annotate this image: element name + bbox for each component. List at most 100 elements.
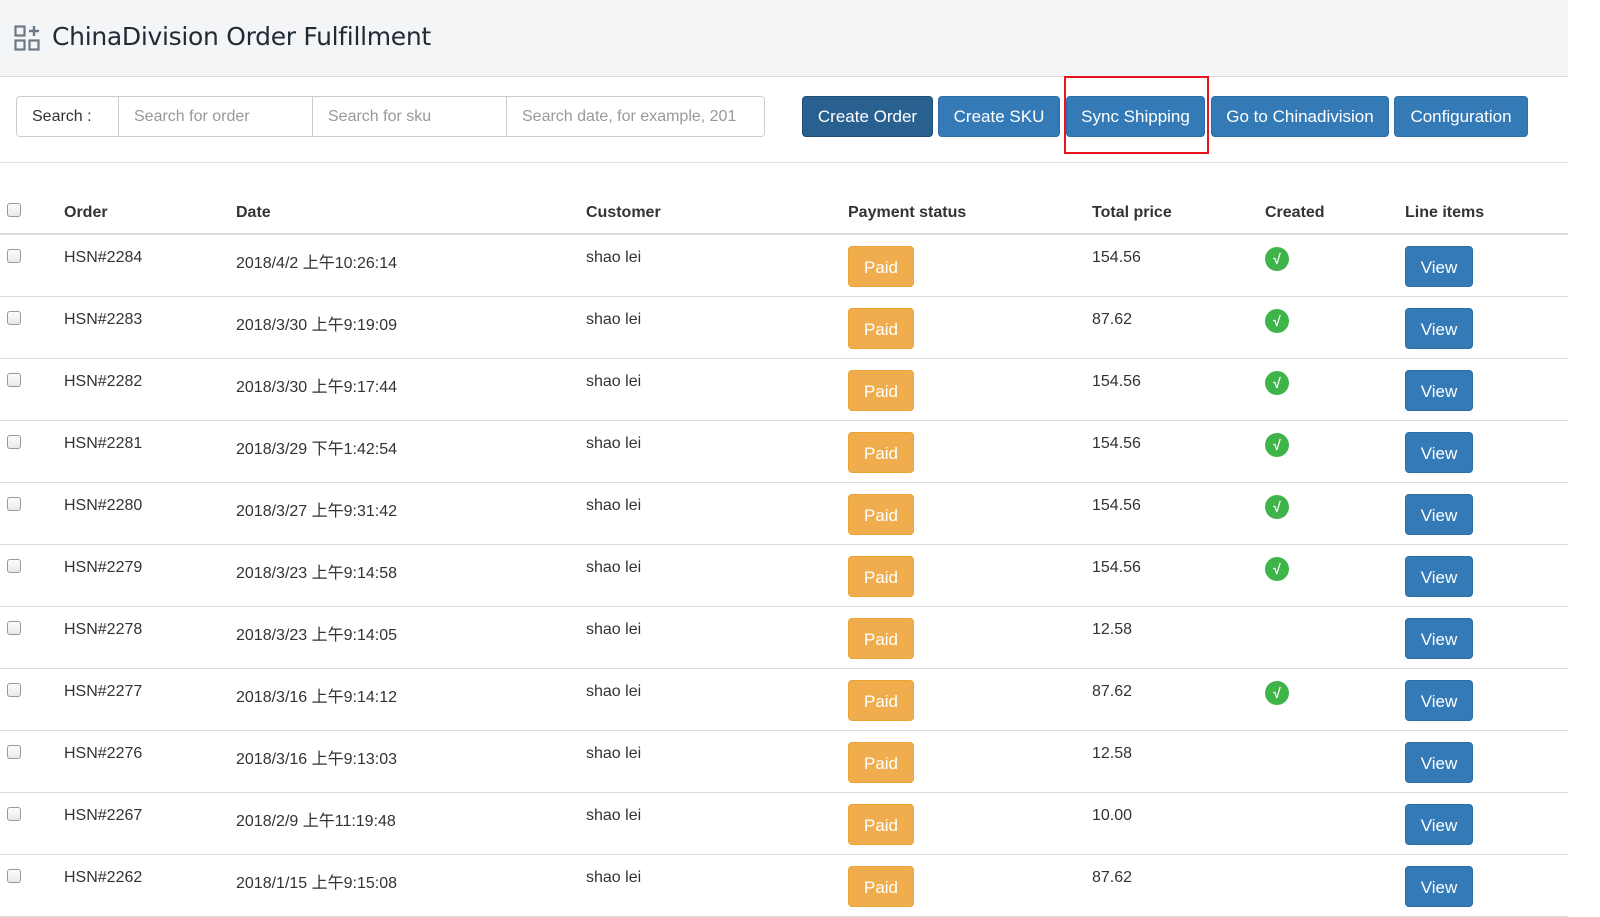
order-id[interactable]: HSN#2262 [64,854,236,917]
go-to-chinadivision-button[interactable]: Go to Chinadivision [1211,96,1389,137]
order-date: 2018/3/30 上午9:17:44 [236,358,586,421]
select-all-checkbox[interactable] [7,202,21,217]
table-header-row: Order Date Customer Payment status Total… [0,190,1568,235]
configuration-button[interactable]: Configuration [1394,96,1528,137]
customer-name: shao lei [586,544,848,607]
created-check-icon: √ [1265,308,1289,333]
view-line-items-button[interactable]: View [1405,865,1473,907]
total-price: 12.58 [1092,730,1265,793]
total-price: 154.56 [1092,358,1265,421]
total-price: 154.56 [1092,482,1265,545]
customer-name: shao lei [586,606,848,669]
customer-name: shao lei [586,482,848,545]
order-id[interactable]: HSN#2278 [64,606,236,669]
view-line-items-button[interactable]: View [1405,679,1473,721]
view-line-items-button[interactable]: View [1405,803,1473,845]
order-date: 2018/3/23 上午9:14:58 [236,544,586,607]
header-customer[interactable]: Customer [586,190,848,235]
row-checkbox[interactable] [7,868,21,883]
order-id[interactable]: HSN#2282 [64,358,236,421]
table-row: HSN#2283 2018/3/30 上午9:19:09 shao lei Paid 8… [0,296,1568,359]
order-date: 2018/3/23 上午9:14:05 [236,606,586,669]
customer-name: shao lei [586,792,848,855]
row-checkbox[interactable] [7,496,21,511]
order-date: 2018/3/30 上午9:19:09 [236,296,586,359]
create-order-button[interactable]: Create Order [802,96,933,137]
header-order[interactable]: Order [64,190,236,235]
view-line-items-button[interactable]: View [1405,555,1473,597]
table-row: HSN#2278 2018/3/23 上午9:14:05 shao lei Paid 1… [0,606,1568,669]
row-checkbox[interactable] [7,806,21,821]
view-line-items-button[interactable]: View [1405,246,1473,287]
payment-status-badge: Paid [848,741,914,783]
created-check-icon: √ [1265,680,1289,705]
customer-name: shao lei [586,668,848,731]
total-price: 154.56 [1092,420,1265,483]
order-date: 2018/2/9 上午11:19:48 [236,792,586,855]
order-id[interactable]: HSN#2284 [64,234,236,297]
payment-status-badge: Paid [848,803,914,845]
total-price: 87.62 [1092,854,1265,917]
customer-name: shao lei [586,234,848,297]
row-checkbox[interactable] [7,620,21,635]
order-id[interactable]: HSN#2281 [64,420,236,483]
payment-status-badge: Paid [848,617,914,659]
customer-name: shao lei [586,296,848,359]
search-group: Search : [16,96,765,137]
customer-name: shao lei [586,854,848,917]
view-line-items-button[interactable]: View [1405,369,1473,411]
total-price: 87.62 [1092,296,1265,359]
customer-name: shao lei [586,730,848,793]
customer-name: shao lei [586,420,848,483]
header-line-items[interactable]: Line items [1405,190,1568,235]
header-payment-status[interactable]: Payment status [848,190,1092,235]
view-line-items-button[interactable]: View [1405,617,1473,659]
total-price: 12.58 [1092,606,1265,669]
created-check-icon: √ [1265,247,1289,271]
create-sku-button[interactable]: Create SKU [938,96,1060,137]
order-date: 2018/1/15 上午9:15:08 [236,854,586,917]
row-checkbox[interactable] [7,310,21,325]
total-price: 87.62 [1092,668,1265,731]
row-checkbox[interactable] [7,558,21,573]
sync-shipping-button[interactable]: Sync Shipping [1066,96,1205,137]
view-line-items-button[interactable]: View [1405,431,1473,473]
order-id[interactable]: HSN#2279 [64,544,236,607]
search-date-input[interactable] [507,97,764,136]
table-row: HSN#2279 2018/3/23 上午9:14:58 shao lei Paid 1… [0,544,1568,607]
row-checkbox[interactable] [7,682,21,697]
created-check-icon: √ [1265,370,1289,395]
view-line-items-button[interactable]: View [1405,741,1473,783]
search-sku-input[interactable] [313,97,507,136]
order-id[interactable]: HSN#2283 [64,296,236,359]
payment-status-badge: Paid [848,369,914,411]
payment-status-badge: Paid [848,555,914,597]
header-total-price[interactable]: Total price [1092,190,1265,235]
table-row: HSN#2262 2018/1/15 上午9:15:08 shao lei Paid 8… [0,854,1568,917]
customer-name: shao lei [586,358,848,421]
table-row: HSN#2267 2018/2/9 上午11:19:48 shao lei Paid 1… [0,792,1568,855]
header-created[interactable]: Created [1265,190,1405,235]
order-id[interactable]: HSN#2267 [64,792,236,855]
apps-add-icon [14,25,40,51]
orders-table: Order Date Customer Payment status Total… [0,190,1568,917]
order-id[interactable]: HSN#2280 [64,482,236,545]
payment-status-badge: Paid [848,431,914,473]
row-checkbox[interactable] [7,744,21,759]
header-date[interactable]: Date [236,190,586,235]
view-line-items-button[interactable]: View [1405,307,1473,349]
table-row: HSN#2284 2018/4/2 上午10:26:14 shao lei Paid 1… [0,234,1568,297]
row-checkbox[interactable] [7,372,21,387]
total-price: 154.56 [1092,234,1265,297]
view-line-items-button[interactable]: View [1405,493,1473,535]
total-price: 10.00 [1092,792,1265,855]
row-checkbox[interactable] [7,434,21,449]
table-row: HSN#2276 2018/3/16 上午9:13:03 shao lei Paid 1… [0,730,1568,793]
order-id[interactable]: HSN#2276 [64,730,236,793]
toolbar: Search : Create Order Create SKU Sync Sh… [0,78,1568,163]
app-header: ChinaDivision Order Fulfillment [0,0,1568,77]
order-date: 2018/3/16 上午9:14:12 [236,668,586,731]
row-checkbox[interactable] [7,249,21,263]
search-order-input[interactable] [119,97,313,136]
order-id[interactable]: HSN#2277 [64,668,236,731]
